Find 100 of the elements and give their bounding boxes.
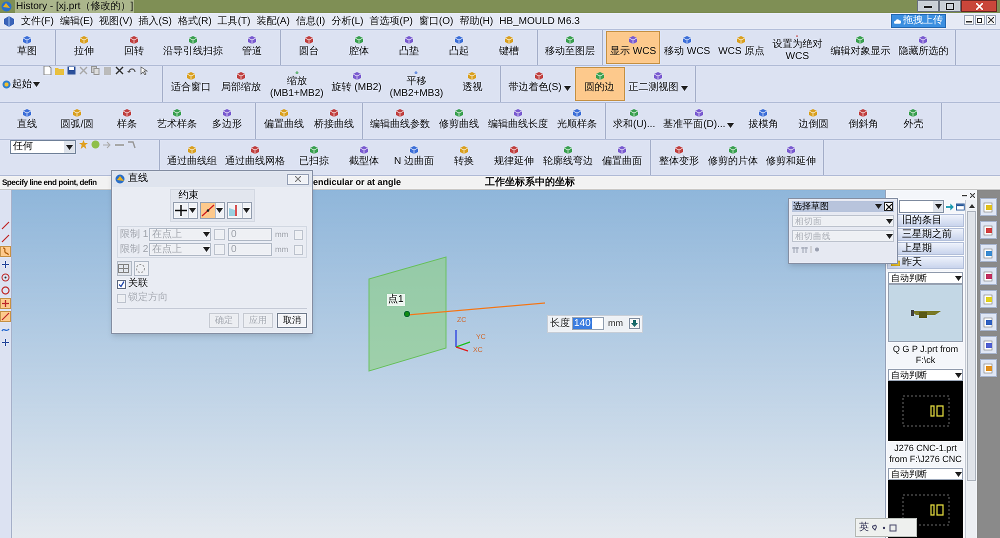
toolbar-button[interactable]: 圆弧/圆	[52, 104, 102, 138]
toolbar-button[interactable]: 桥接曲线	[309, 104, 359, 138]
circle-button[interactable]	[134, 261, 149, 276]
menu-item[interactable]: 文件(F)	[18, 14, 57, 28]
menu-item[interactable]: 窗口(O)	[416, 14, 456, 28]
checkbox[interactable]	[117, 280, 126, 288]
toolbar-button[interactable]: 外壳	[888, 104, 938, 138]
toolbar-button[interactable]: 艺术样条	[152, 104, 202, 138]
selection-filter-dropdown[interactable]: 任何	[10, 140, 76, 154]
toolbar-button[interactable]: 偏置曲面	[597, 141, 647, 174]
resource-tab[interactable]	[980, 267, 997, 285]
toolbar-button[interactable]: 拔模角	[738, 104, 788, 138]
filter-dropdown[interactable]: 自动判断	[888, 468, 963, 480]
toolbar-button[interactable]: 显示 WCS	[606, 31, 660, 64]
close-button[interactable]	[986, 15, 996, 25]
filter-dropdown[interactable]: 自动判断	[888, 272, 963, 284]
tool-button[interactable]	[0, 272, 11, 283]
toolbar-button[interactable]: WCS 原点	[714, 31, 768, 64]
restore-button[interactable]	[975, 15, 985, 25]
toolbar-button[interactable]: 适合窗口	[166, 67, 216, 101]
menu-item[interactable]: 装配(A)	[253, 14, 293, 28]
resource-tab[interactable]	[980, 313, 997, 331]
path-dropdown[interactable]	[899, 200, 944, 213]
tool-button[interactable]	[0, 285, 11, 296]
toolbar-button[interactable]: 圆台	[284, 31, 334, 64]
toolbar-button[interactable]: 带边着色(S)	[504, 67, 575, 101]
toolbar-button[interactable]: 移动 WCS	[660, 31, 714, 64]
toolbar-button[interactable]: 沿导引线扫掠	[159, 31, 227, 64]
dialog-button[interactable]: 取消	[277, 313, 307, 328]
toolbar-button[interactable]: 直线	[2, 104, 52, 138]
constraint-dropdown[interactable]	[226, 202, 252, 219]
toolbar-button[interactable]: 拉伸	[59, 31, 109, 64]
tool-button[interactable]	[0, 220, 11, 231]
toolbar-button[interactable]: 腔体	[334, 31, 384, 64]
ime-toolbar[interactable]: 英	[855, 518, 917, 537]
resource-tab[interactable]	[980, 198, 997, 216]
toolbar-button[interactable]: 旋转 (MB2)	[328, 67, 386, 101]
toolbar-button[interactable]: 编辑曲线参数	[366, 104, 434, 138]
toolbar-button[interactable]: 凸垫	[384, 31, 434, 64]
tool-button[interactable]	[0, 233, 11, 244]
toolbar-button[interactable]: 光顺样条	[552, 104, 602, 138]
toolbar-button[interactable]: 求和(U)...	[609, 104, 660, 138]
resource-tab[interactable]	[980, 290, 997, 308]
constraint-dropdown[interactable]	[200, 202, 224, 219]
toolbar-button[interactable]: 移动至图层	[541, 31, 599, 64]
expand-button[interactable]	[629, 318, 640, 330]
toolbar-button[interactable]: 缩放 (MB1+MB2)	[266, 67, 328, 101]
close-button[interactable]	[961, 0, 997, 12]
resource-tab[interactable]	[980, 244, 997, 262]
toolbar-button[interactable]: 键槽	[484, 31, 534, 64]
menu-item[interactable]: 首选项(P)	[366, 14, 416, 28]
toolbar-button[interactable]: 圆的边	[574, 67, 625, 101]
toolbar-button[interactable]: 偏置曲线	[259, 104, 309, 138]
toolbar-button[interactable]: 轮廓线弯边	[539, 141, 597, 174]
tool-button[interactable]	[0, 311, 11, 322]
toolbar-button[interactable]: 边倒圆	[788, 104, 838, 138]
minimize-button[interactable]	[917, 0, 939, 12]
tool-button[interactable]	[0, 298, 11, 309]
toolbar-button[interactable]: 样条	[102, 104, 152, 138]
toolbar-button[interactable]: 局部缩放	[216, 67, 266, 101]
menu-item[interactable]: 信息(I)	[292, 14, 328, 28]
scrollbar[interactable]	[965, 200, 977, 538]
toolbar-button[interactable]: 编辑对象显示	[826, 31, 894, 64]
toolbar-button[interactable]: 凸起	[434, 31, 484, 64]
start-menu-button[interactable]: 起始	[2, 66, 40, 102]
toolbar-button[interactable]: N 边曲面	[389, 141, 439, 174]
toolbar-button[interactable]: 修剪和延伸	[762, 141, 820, 174]
menu-item[interactable]: 工具(T)	[214, 14, 254, 28]
menu-item[interactable]: HB_MOULD M6.3	[496, 14, 583, 28]
tool-button[interactable]	[0, 337, 11, 348]
length-input[interactable]: 140	[572, 317, 604, 330]
toolbar-button[interactable]: 平移 (MB2+MB3)	[386, 67, 448, 101]
toolbar-button[interactable]: 隐藏所选的	[894, 31, 952, 64]
menu-item[interactable]: 帮助(H)	[456, 14, 496, 28]
filter-dropdown[interactable]: 自动判断	[888, 369, 963, 381]
tool-button[interactable]	[0, 246, 11, 257]
toolbar-button[interactable]: 转换	[439, 141, 489, 174]
toolbar-button[interactable]: 截型体	[339, 141, 389, 174]
menu-item[interactable]: 编辑(E)	[56, 14, 96, 28]
toolbar-button[interactable]: 修剪曲线	[434, 104, 484, 138]
toolbar-button[interactable]: 回转	[109, 31, 159, 64]
toolbar-button[interactable]: 编辑曲线长度	[484, 104, 552, 138]
toolbar-button[interactable]: 透视	[447, 67, 498, 101]
resource-tab[interactable]	[980, 359, 997, 377]
menu-item[interactable]: 分析(L)	[328, 14, 367, 28]
menu-item[interactable]: 插入(S)	[135, 14, 175, 28]
toolbar-button[interactable]: 正二测视图	[624, 67, 692, 101]
toolbar-button[interactable]: 多边形	[202, 104, 252, 138]
toolbar-button[interactable]: 设置为绝对 WCS	[768, 31, 826, 64]
maximize-button[interactable]	[939, 0, 961, 12]
toolbar-button[interactable]: 倒斜角	[838, 104, 888, 138]
tool-button[interactable]	[0, 259, 11, 270]
menu-item[interactable]: 格式(R)	[174, 14, 215, 28]
toolbar-button[interactable]: 整体变形	[654, 141, 704, 174]
menu-item[interactable]: 视图(V)	[96, 14, 136, 28]
scrollbar-thumb[interactable]	[967, 211, 976, 481]
toolbar-button[interactable]: 草图	[2, 31, 52, 64]
resource-tab[interactable]	[980, 221, 997, 239]
close-button[interactable]	[884, 202, 893, 211]
toolbar-button[interactable]: 修剪的片体	[704, 141, 762, 174]
